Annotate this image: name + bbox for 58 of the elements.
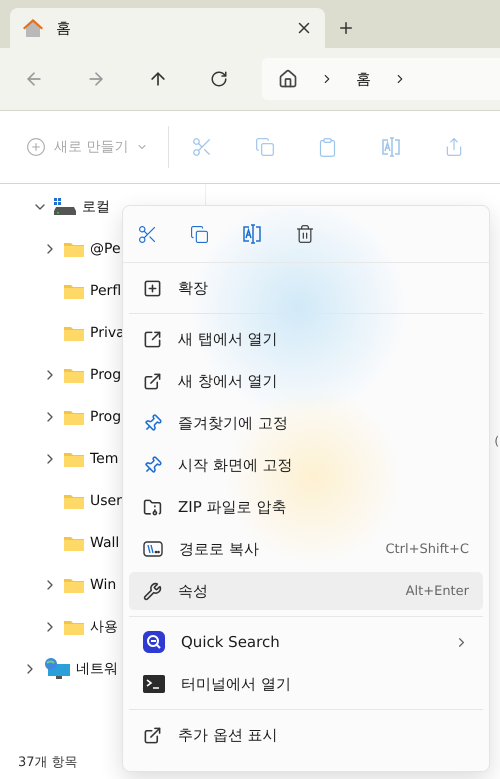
copy-icon[interactable] bbox=[190, 224, 209, 244]
delete-icon[interactable] bbox=[295, 224, 315, 244]
new-window-icon bbox=[143, 372, 162, 390]
tree-item[interactable]: Wall bbox=[90, 535, 120, 551]
folder-icon bbox=[64, 493, 84, 509]
menu-item[interactable]: 추가 옵션 표시 bbox=[129, 716, 483, 754]
cut-icon[interactable] bbox=[137, 224, 158, 244]
folder-icon bbox=[64, 409, 84, 425]
more-options-icon bbox=[143, 726, 162, 744]
menu-item[interactable]: Quick Search bbox=[129, 623, 483, 661]
terminal-icon bbox=[143, 675, 165, 693]
menu-item[interactable]: 시작 화면에 고정 bbox=[129, 446, 483, 484]
tree-item[interactable]: 사용 bbox=[90, 618, 118, 636]
folder-icon bbox=[64, 283, 84, 299]
zip-folder-icon bbox=[143, 498, 162, 516]
tab-title: 홈 bbox=[56, 18, 72, 38]
address-bar[interactable]: 홈 bbox=[262, 58, 500, 100]
file-name-fragment: ( bbox=[494, 434, 499, 448]
plus-icon bbox=[337, 19, 355, 37]
home-icon bbox=[278, 69, 298, 89]
drive-icon bbox=[54, 198, 76, 216]
home-icon bbox=[22, 18, 44, 38]
folder-icon bbox=[64, 577, 84, 593]
refresh-button[interactable] bbox=[210, 70, 228, 88]
folder-icon bbox=[64, 451, 84, 467]
menu-item[interactable]: 경로로 복사 Ctrl+Shift+C bbox=[129, 530, 483, 568]
path-icon bbox=[143, 540, 163, 558]
tree-item[interactable]: 네트워 bbox=[76, 660, 118, 678]
menu-item[interactable]: ZIP 파일로 압축 bbox=[129, 488, 483, 526]
folder-icon bbox=[64, 619, 84, 635]
folder-icon bbox=[64, 241, 84, 257]
rename-icon[interactable] bbox=[241, 224, 263, 244]
menu-item[interactable]: 새 탭에서 열기 bbox=[129, 320, 483, 358]
tab[interactable]: 홈 bbox=[10, 8, 325, 48]
tree-item[interactable]: Tem bbox=[90, 451, 118, 467]
menu-item[interactable]: 새 창에서 열기 bbox=[129, 362, 483, 400]
search-app-icon bbox=[143, 631, 165, 653]
folder-icon bbox=[64, 367, 84, 383]
menu-item[interactable]: 속성 Alt+Enter bbox=[129, 572, 483, 610]
tree-item[interactable]: Perfl bbox=[90, 283, 122, 299]
tree-item[interactable]: Prog bbox=[90, 367, 122, 383]
plus-circle-icon bbox=[26, 137, 46, 157]
network-icon bbox=[44, 658, 70, 680]
tree-item[interactable]: @Pe bbox=[90, 241, 121, 257]
tree-item[interactable]: Prog bbox=[90, 409, 122, 425]
wrench-icon bbox=[143, 582, 162, 600]
menu-item[interactable]: 확장 bbox=[129, 269, 483, 307]
breadcrumb[interactable]: 홈 bbox=[356, 70, 371, 88]
tree-item[interactable]: Win bbox=[90, 577, 116, 593]
folder-icon bbox=[64, 535, 84, 551]
expand-icon bbox=[143, 278, 162, 298]
new-tab-icon bbox=[143, 330, 162, 348]
tree-item[interactable]: 로컬 bbox=[82, 198, 110, 216]
item-count: 37개 항목 bbox=[18, 754, 78, 771]
tree-item[interactable]: User bbox=[90, 493, 122, 509]
menu-item[interactable]: 터미널에서 열기 bbox=[129, 665, 483, 703]
menu-item[interactable]: 즐겨찾기에 고정 bbox=[129, 404, 483, 442]
folder-icon bbox=[64, 325, 84, 341]
